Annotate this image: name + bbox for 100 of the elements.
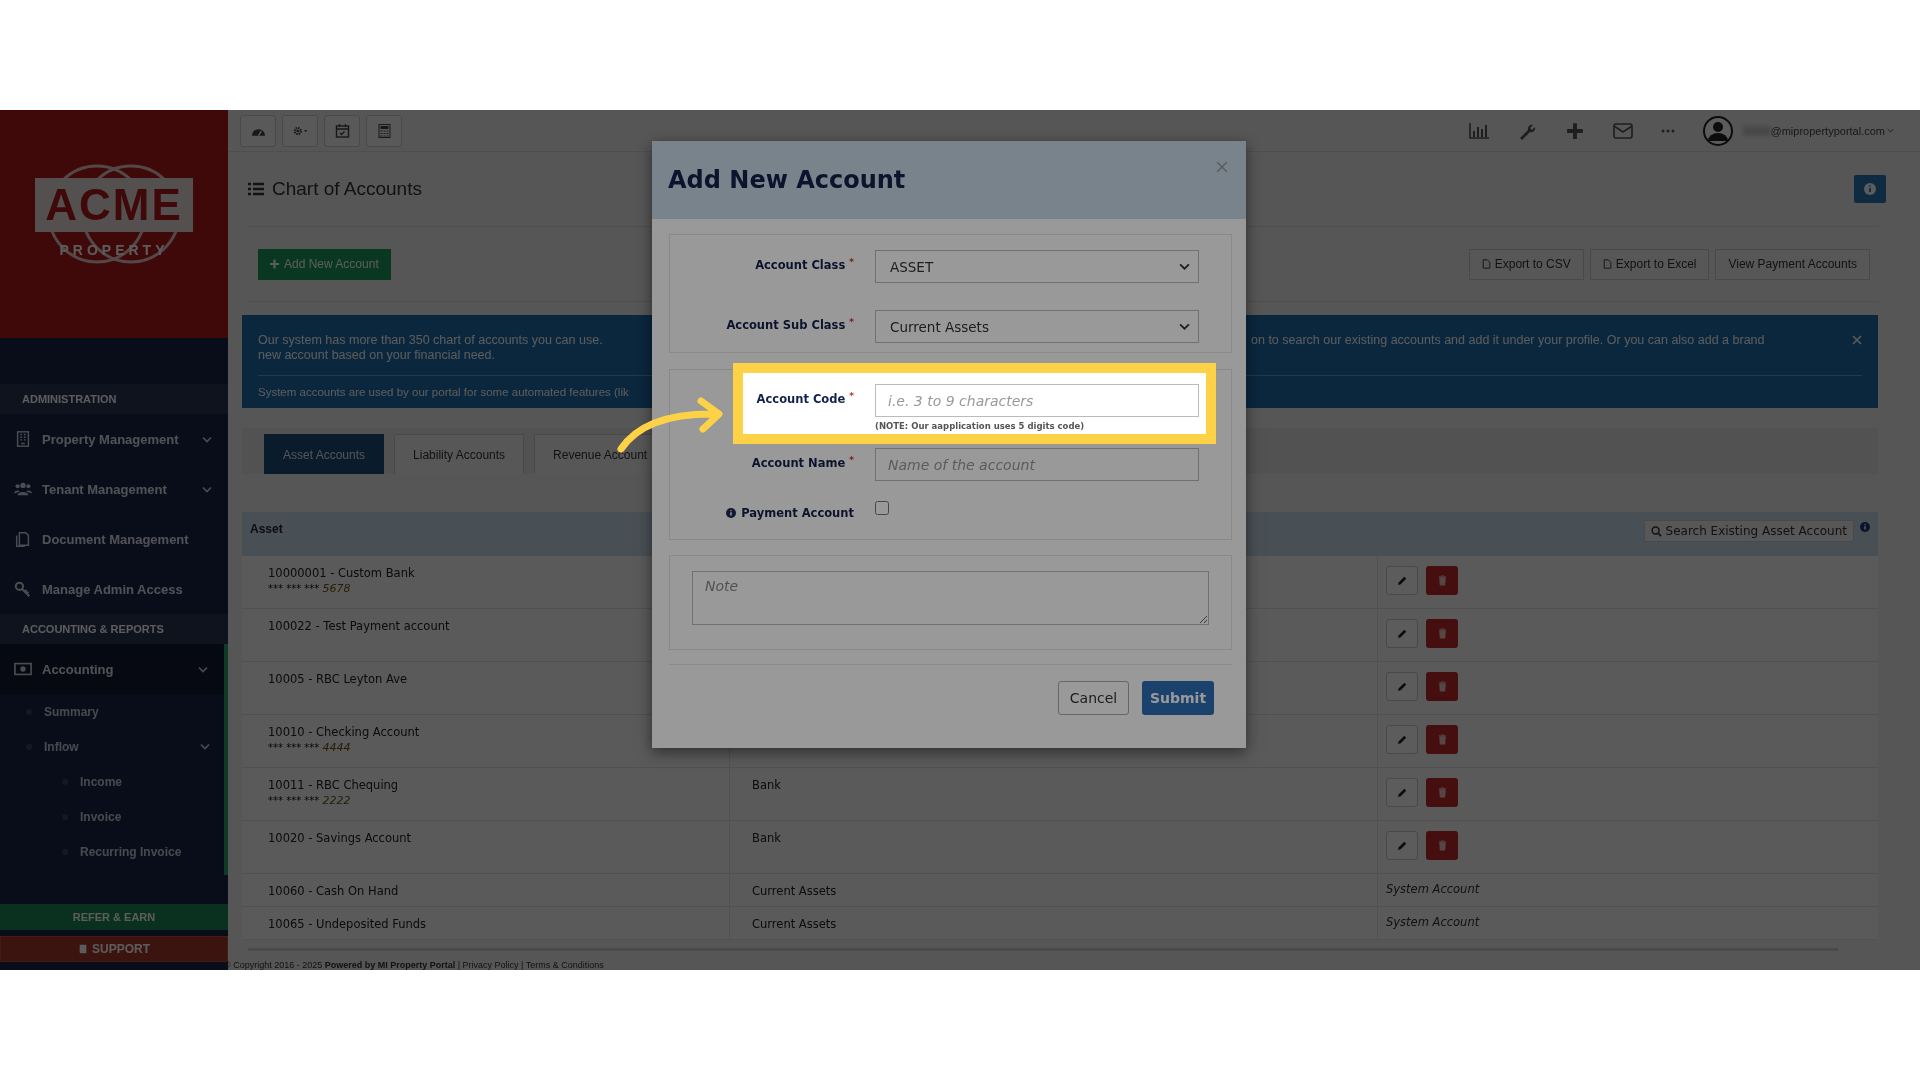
account-name: 10000001 - Custom Bank (268, 566, 416, 580)
banner-note: System accounts are used by our portal for some automated features (lik (258, 386, 629, 398)
masked-number: *** *** *** (268, 795, 320, 806)
column-header: Asset (249, 521, 284, 538)
section-header: ADMINISTRATION (0, 384, 228, 414)
account-name: 10020 - Savings Account (268, 831, 413, 845)
account-digits: 2222 (322, 794, 351, 807)
menu-icon (14, 430, 32, 448)
chevron-down-icon (200, 743, 210, 750)
more-icon[interactable] (1660, 127, 1675, 134)
logo-wordmark: ACME (35, 178, 193, 232)
delete-button[interactable] (1426, 619, 1458, 648)
submit-button[interactable]: Submit (1142, 681, 1214, 715)
account-name: 10005 - RBC Leyton Ave (268, 672, 409, 686)
edit-button[interactable] (1386, 831, 1418, 860)
banner-text: new account based on your financial need. (258, 348, 496, 363)
chevron-down-icon (1887, 128, 1894, 133)
account-type: Current Assets (752, 884, 837, 898)
chevron-down-icon (202, 485, 212, 493)
account-name: 10011 - RBC Chequing (268, 778, 400, 792)
account-type: Current Assets (752, 917, 837, 931)
field-hint: (NOTE: Our aapplication uses 5 digits code) (875, 421, 1086, 431)
sidebar-item[interactable]: Property Management (0, 414, 228, 464)
account-digits: 4444 (322, 741, 351, 754)
system-account-label: System Account (1386, 882, 1480, 896)
view-payment-accounts-button[interactable]: View Payment Accounts (1715, 248, 1870, 280)
trash-icon (1436, 681, 1448, 692)
dashboard-button[interactable] (240, 114, 276, 147)
edit-button[interactable] (1386, 778, 1418, 807)
sidebar-item[interactable]: Accounting (0, 644, 228, 694)
bar-chart-icon[interactable] (1468, 121, 1489, 140)
envelope-icon[interactable] (1612, 121, 1633, 140)
account-name: 100022 - Test Payment account (268, 619, 451, 633)
export-button[interactable]: Export to Excel (1589, 248, 1710, 280)
chevron-down-icon (198, 665, 208, 673)
sidebar-item[interactable]: Manage Admin Access (0, 564, 228, 614)
menu-icon (14, 580, 32, 598)
trash-icon (1436, 575, 1448, 586)
trash-icon (1436, 787, 1448, 798)
masked-number: *** *** *** (268, 583, 320, 594)
edit-button[interactable] (1386, 672, 1418, 701)
export-button[interactable]: Export to CSV (1468, 248, 1584, 280)
banner-text: on to search our existing accounts and add it under your profile. Or you can also add a brand (1251, 333, 1766, 348)
refer-button[interactable]: REFER & EARN (0, 904, 228, 930)
account-digits: 5678 (322, 582, 351, 595)
edit-button[interactable] (1386, 725, 1418, 754)
support-button[interactable]: SUPPORT (0, 936, 228, 962)
calculator-icon (376, 123, 392, 138)
calendar-button[interactable] (324, 114, 360, 147)
required-mark: * (849, 392, 854, 401)
menu-icon (14, 530, 32, 548)
calendar-icon (334, 123, 350, 138)
account-name: 10010 - Checking Account (268, 725, 421, 739)
pencil-icon (1396, 787, 1408, 798)
edit-button[interactable] (1386, 566, 1418, 595)
add-account-button[interactable]: Add New Account (258, 248, 391, 280)
pencil-icon (1396, 734, 1408, 745)
field-label: Account Name (751, 456, 846, 470)
chevron-down-icon (1179, 263, 1190, 270)
tab[interactable]: Asset Accounts (264, 434, 385, 474)
required-mark: * (849, 456, 854, 465)
delete-button[interactable] (1426, 566, 1458, 595)
field-label: Payment Account (741, 506, 854, 520)
info-icon (1860, 522, 1870, 532)
info-icon (726, 508, 737, 518)
delete-button[interactable] (1426, 778, 1458, 807)
page-title: Chart of Accounts (272, 178, 422, 200)
chevron-down-icon (202, 435, 212, 443)
user-email[interactable]: @mipropertyportal.com (1770, 124, 1885, 137)
settings-button[interactable] (282, 114, 318, 147)
delete-button[interactable] (1426, 831, 1458, 860)
account-name: 10065 - Undeposited Funds (268, 917, 428, 931)
modal-title: Add New Account (668, 166, 906, 194)
chevron-down-icon (1179, 323, 1190, 330)
delete-button[interactable] (1426, 672, 1458, 701)
list-icon (248, 182, 264, 196)
trash-icon (1436, 628, 1448, 639)
sidebar-item[interactable]: Document Management (0, 514, 228, 564)
pencil-icon (1396, 840, 1408, 851)
calculator-button[interactable] (366, 114, 402, 147)
file-icon (1602, 259, 1612, 269)
plus-icon (270, 259, 279, 269)
sidebar-item[interactable]: Tenant Management (0, 464, 228, 514)
plus-icon[interactable] (1564, 121, 1585, 140)
delete-button[interactable] (1426, 725, 1458, 754)
field-label: Account Sub Class (726, 318, 846, 332)
tab[interactable]: Liability Accounts (394, 434, 525, 474)
menu-icon (14, 660, 32, 678)
search-button[interactable]: Search Existing Asset Account (1643, 520, 1854, 542)
edit-button[interactable] (1386, 619, 1418, 648)
section-header: ACCOUNTING & REPORTS (0, 614, 228, 644)
banner-text: Our system has more than 350 chart of accounts you can use. (258, 333, 604, 348)
pencil-icon (1396, 681, 1408, 692)
account-type: Bank (752, 778, 781, 792)
text-field[interactable]: i.e. 3 to 9 characters (875, 384, 1199, 417)
close-icon[interactable] (1216, 161, 1228, 173)
account-type: Bank (752, 831, 781, 845)
field-label: Account Class (755, 258, 846, 272)
avatar-icon[interactable] (1702, 115, 1733, 146)
info-button[interactable] (1854, 175, 1886, 203)
